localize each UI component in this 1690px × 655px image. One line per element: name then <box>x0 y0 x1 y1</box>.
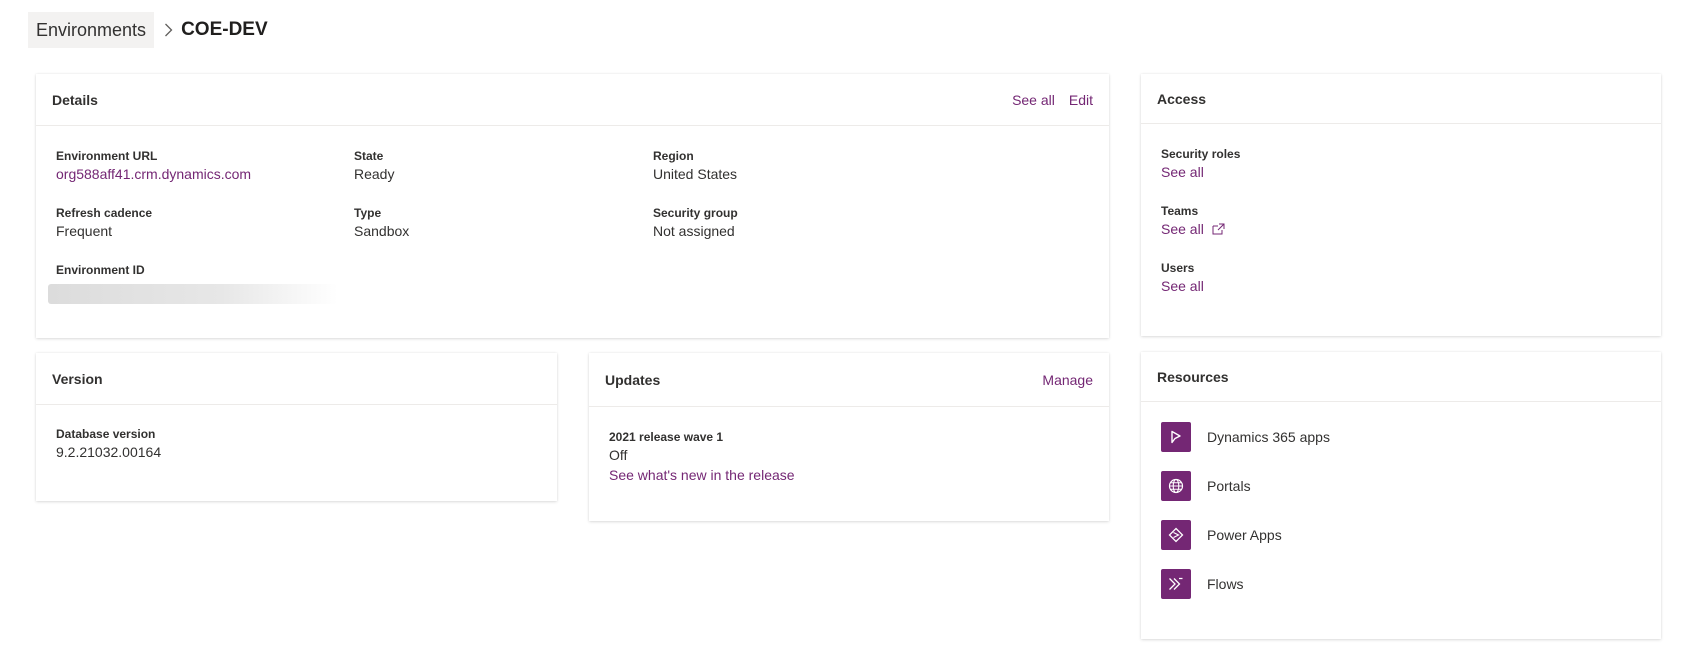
resource-flows[interactable]: Flows <box>1161 569 1244 599</box>
chevron-right-icon <box>164 23 173 37</box>
access-card-header: Access <box>1141 74 1661 124</box>
flows-icon <box>1161 569 1191 599</box>
region-value: United States <box>653 166 738 182</box>
security-group-label: Security group <box>653 206 738 220</box>
database-version-label: Database version <box>56 427 156 441</box>
details-title: Details <box>52 91 98 108</box>
resource-dynamics-365-apps[interactable]: Dynamics 365 apps <box>1161 422 1330 452</box>
users-label: Users <box>1161 261 1195 275</box>
security-roles-field: Security roles See all <box>1161 146 1240 182</box>
database-version-value: 9.2.21032.00164 <box>56 444 162 460</box>
region-field: Region United States <box>653 148 737 184</box>
security-group-value: Not assigned <box>653 223 735 239</box>
refresh-cadence-field: Refresh cadence Frequent <box>56 205 152 241</box>
updates-card: Updates Manage 2021 release wave 1 Off S… <box>589 353 1109 521</box>
release-wave-label: 2021 release wave 1 <box>609 430 724 444</box>
access-card: Access Security roles See all Teams See … <box>1141 74 1661 336</box>
resources-title: Resources <box>1157 368 1229 385</box>
resource-label: Dynamics 365 apps <box>1207 429 1330 445</box>
state-label: State <box>354 149 384 163</box>
version-title: Version <box>52 370 103 387</box>
teams-see-all-link[interactable]: See all <box>1161 221 1204 237</box>
resource-label: Flows <box>1207 576 1244 592</box>
resource-power-apps[interactable]: Power Apps <box>1161 520 1282 550</box>
state-value: Ready <box>354 166 395 182</box>
release-wave-field: 2021 release wave 1 Off See what's new i… <box>609 429 795 485</box>
type-label: Type <box>354 206 382 220</box>
breadcrumb-environments-link[interactable]: Environments <box>28 12 155 48</box>
release-wave-value: Off <box>609 447 628 463</box>
region-label: Region <box>653 149 694 163</box>
manage-link[interactable]: Manage <box>1042 372 1093 388</box>
env-url-label: Environment URL <box>56 149 158 163</box>
users-see-all-link[interactable]: See all <box>1161 276 1204 296</box>
env-url-field: Environment URL org588aff41.crm.dynamics… <box>56 148 251 184</box>
breadcrumb-current: COE-DEV <box>181 19 268 40</box>
breadcrumb: Environments COE-DEV <box>28 12 268 48</box>
whats-new-link[interactable]: See what's new in the release <box>609 465 795 485</box>
environment-id-label: Environment ID <box>56 263 145 277</box>
version-card: Version Database version 9.2.21032.00164 <box>36 353 557 501</box>
refresh-cadence-value: Frequent <box>56 223 113 239</box>
updates-card-header: Updates Manage <box>589 353 1109 407</box>
details-edit-link[interactable]: Edit <box>1069 92 1093 108</box>
dynamics-365-icon <box>1161 422 1191 452</box>
version-card-header: Version <box>36 353 557 405</box>
users-field: Users See all <box>1161 260 1204 296</box>
resource-label: Portals <box>1207 478 1251 494</box>
environment-id-field: Environment ID <box>56 262 145 278</box>
details-card: Details See all Edit Environment URL org… <box>36 74 1109 338</box>
globe-icon <box>1161 471 1191 501</box>
resources-card-header: Resources <box>1141 352 1661 402</box>
database-version-field: Database version 9.2.21032.00164 <box>56 426 161 462</box>
access-title: Access <box>1157 90 1207 107</box>
security-group-field: Security group Not assigned <box>653 205 738 241</box>
power-apps-icon <box>1161 520 1191 550</box>
type-value: Sandbox <box>354 223 410 239</box>
resource-label: Power Apps <box>1207 527 1282 543</box>
resource-portals[interactable]: Portals <box>1161 471 1251 501</box>
details-card-header: Details See all Edit <box>36 74 1109 126</box>
state-field: State Ready <box>354 148 394 184</box>
security-roles-see-all-link[interactable]: See all <box>1161 162 1240 182</box>
resources-card: Resources Dynamics 365 apps Portals Powe… <box>1141 352 1661 639</box>
teams-label: Teams <box>1161 204 1199 218</box>
details-see-all-link[interactable]: See all <box>1012 92 1055 108</box>
environment-id-redacted <box>48 284 338 304</box>
security-roles-label: Security roles <box>1161 147 1241 161</box>
details-actions: See all Edit <box>1012 92 1093 108</box>
type-field: Type Sandbox <box>354 205 409 241</box>
updates-title: Updates <box>605 371 661 388</box>
open-in-new-window-icon[interactable] <box>1212 221 1225 241</box>
env-url-link[interactable]: org588aff41.crm.dynamics.com <box>56 164 251 184</box>
teams-field: Teams See all <box>1161 203 1225 241</box>
refresh-cadence-label: Refresh cadence <box>56 206 153 220</box>
